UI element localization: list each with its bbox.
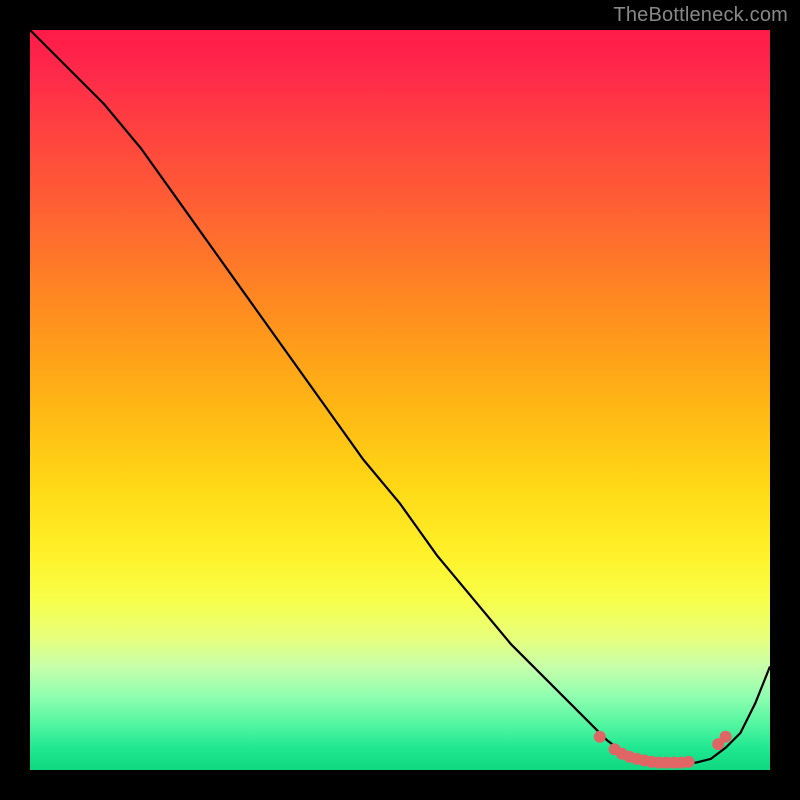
chart-line — [30, 30, 770, 763]
curve-path — [30, 30, 770, 763]
plot-area — [30, 30, 770, 770]
chart-svg — [30, 30, 770, 770]
valley-dot — [683, 756, 695, 768]
valley-dot — [594, 731, 606, 743]
watermark-label: TheBottleneck.com — [613, 4, 788, 27]
chart-container: TheBottleneck.com — [0, 0, 800, 800]
chart-dots — [594, 731, 732, 769]
valley-dot — [720, 731, 732, 743]
